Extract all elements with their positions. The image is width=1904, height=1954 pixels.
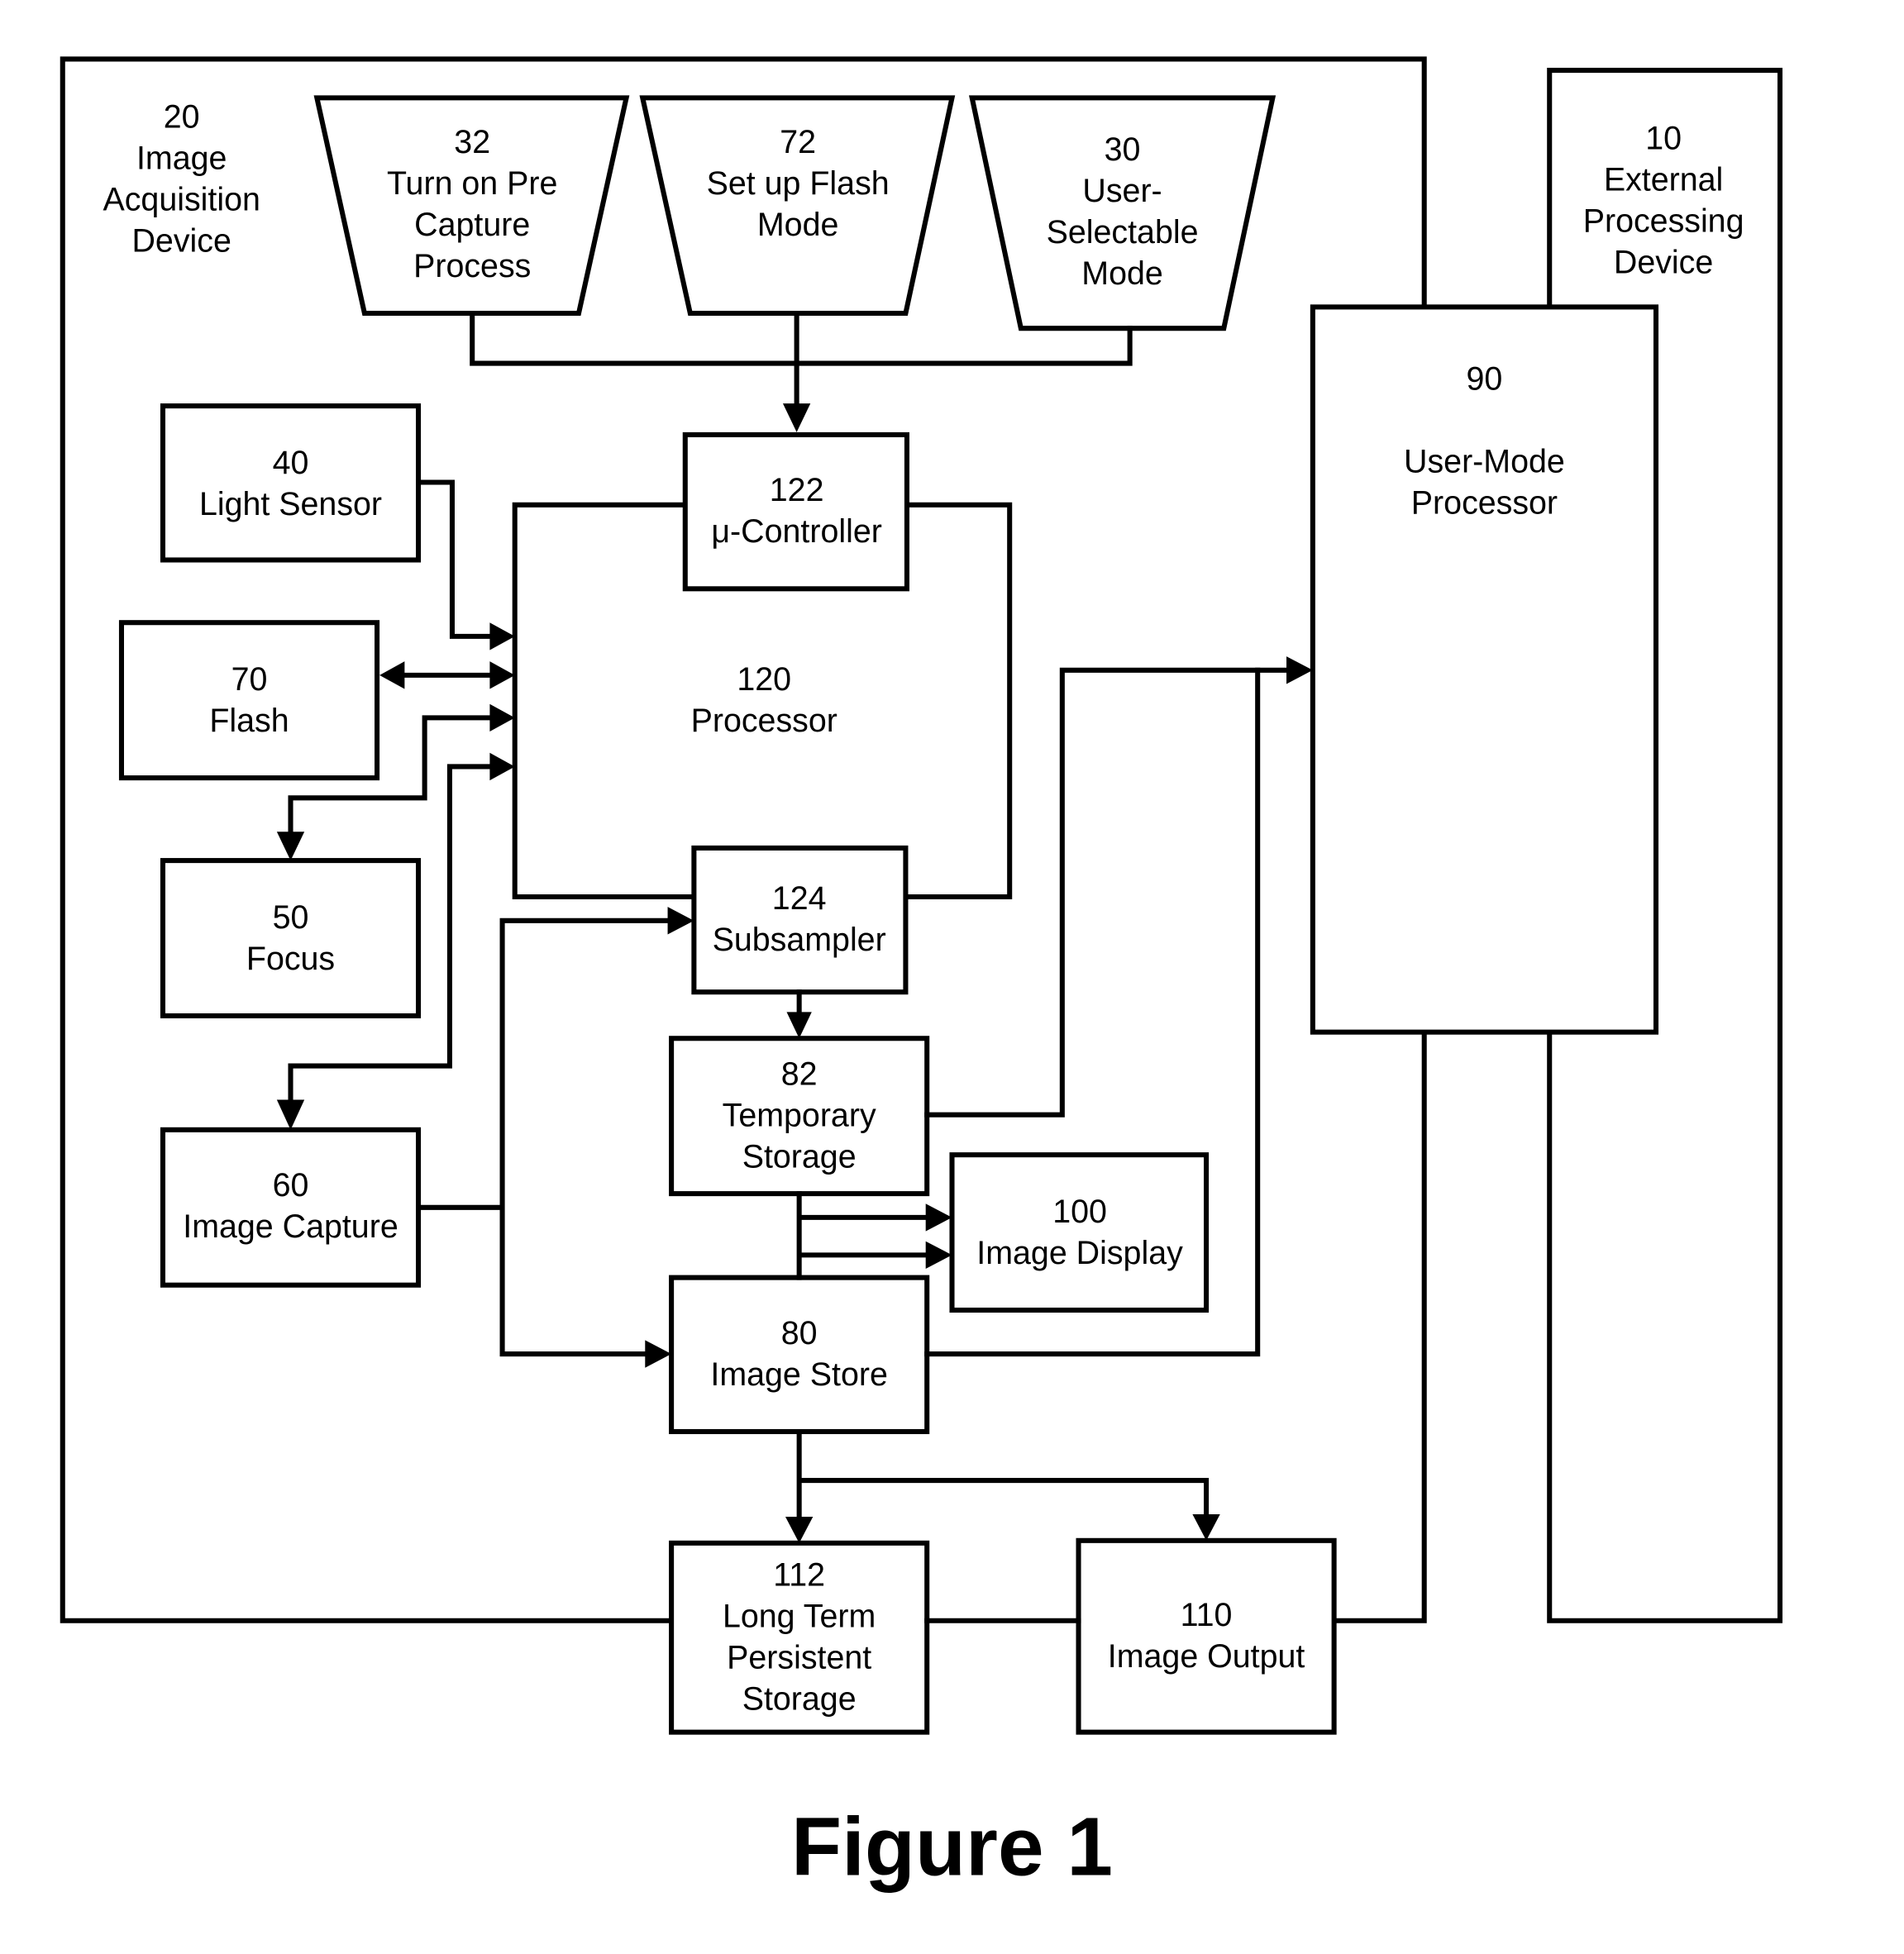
label-line: Focus <box>246 941 335 977</box>
label-line: User- <box>1082 173 1162 209</box>
arrow-flash-to-processor <box>489 661 515 689</box>
label-line: Image Store <box>710 1356 888 1393</box>
label-line: 122 <box>770 472 824 508</box>
label-line: Flash <box>209 703 289 739</box>
label-line: 20 <box>164 99 200 136</box>
label-line: Selectable <box>1047 214 1199 250</box>
label-line: 80 <box>781 1315 818 1351</box>
temp-to-display-lines <box>796 1191 933 1280</box>
arrow-to-image-output <box>1192 1513 1220 1541</box>
label-line: Image Display <box>976 1235 1183 1271</box>
arrow-store-to-display <box>925 1241 952 1270</box>
arrow-capture-to-processor <box>489 752 515 781</box>
label-line: 40 <box>273 445 309 481</box>
label-line: 100 <box>1052 1194 1107 1230</box>
arrow-to-subsampler <box>667 907 694 935</box>
arrow-to-long-term-storage <box>785 1517 814 1543</box>
label-line: 72 <box>780 124 816 160</box>
figure-1-diagram: 20 Image Acquisition Device 10 External Proces… <box>60 56 1783 1893</box>
label-line: Process <box>413 248 531 284</box>
label-line: Device <box>1614 244 1713 280</box>
label-line: 82 <box>781 1056 818 1092</box>
label-line: Processor <box>1411 484 1558 521</box>
arrow-to-image-store <box>645 1340 672 1368</box>
block-122-controller <box>682 431 909 592</box>
label-line: Processing <box>1583 203 1744 239</box>
block-90-user-mode-processor <box>1310 304 1659 1035</box>
arrow-down-to-controller <box>782 403 811 432</box>
label-line: Long Term <box>723 1598 876 1634</box>
label-line: μ-Controller <box>711 513 882 550</box>
block-80-image-store <box>669 1275 930 1435</box>
temp-to-user-mode-line <box>924 667 1293 1118</box>
figure-title: Figure 1 <box>791 1800 1113 1893</box>
label-line: Processor <box>691 703 837 739</box>
label-line: 30 <box>1105 131 1141 168</box>
label-line: Mode <box>757 207 839 243</box>
label-line: 110 <box>1181 1597 1233 1633</box>
label-line: Image <box>136 141 227 177</box>
label-line: Device <box>132 223 231 260</box>
label-b10: 10 External Processing Device <box>1583 120 1744 280</box>
label-line: 120 <box>737 661 791 698</box>
label-line: Storage <box>742 1138 857 1175</box>
label-line: Subsampler <box>713 922 886 958</box>
label-line: Temporary <box>723 1097 876 1133</box>
block-40-light-sensor <box>160 403 422 563</box>
label-line: External <box>1604 161 1723 198</box>
label-line: Mode <box>1081 255 1163 292</box>
label-line: 60 <box>273 1167 309 1203</box>
arrow-to-focus <box>276 832 305 861</box>
block-60-image-capture <box>160 1127 422 1288</box>
label-line: 124 <box>772 880 827 917</box>
label-line: User-Mode <box>1404 443 1565 479</box>
arrow-light-sensor-to-processor <box>489 622 515 651</box>
label-line: 90 <box>1467 360 1503 397</box>
label-line: Image Capture <box>183 1208 398 1245</box>
label-line: Acquisition <box>103 182 260 218</box>
arrow-to-user-mode-processor <box>1286 656 1313 684</box>
label-line: Light Sensor <box>199 486 382 522</box>
label-line: Image Output <box>1108 1638 1305 1675</box>
label-line: Capture <box>414 207 530 243</box>
image-capture-data-line <box>416 917 675 1357</box>
block-50-focus <box>160 858 422 1018</box>
label-line: 32 <box>454 124 490 160</box>
label-line: 112 <box>773 1556 825 1593</box>
label-line: Storage <box>742 1680 857 1717</box>
arrow-to-flash <box>379 661 405 689</box>
block-110-image-output <box>1076 1537 1337 1735</box>
label-line: Turn on Pre <box>387 165 557 202</box>
store-to-outputs-line <box>796 1428 1210 1525</box>
arrow-temp-to-display <box>925 1203 952 1232</box>
label-line: Set up Flash <box>707 165 890 202</box>
label-line: 10 <box>1645 120 1682 156</box>
arrow-to-temp-storage <box>786 1012 812 1039</box>
block-100-image-display <box>949 1152 1210 1313</box>
arrow-focus-to-processor <box>489 703 515 732</box>
arrow-to-image-capture <box>276 1099 305 1130</box>
label-b20: 20 Image Acquisition Device <box>103 99 260 260</box>
block-70-flash <box>118 620 380 781</box>
label-line: 50 <box>273 899 309 936</box>
label-b120: 120 Processor <box>691 661 837 739</box>
light-sensor-line <box>416 479 498 639</box>
label-line: Persistent <box>727 1639 871 1675</box>
label-line: 70 <box>231 661 268 698</box>
block-124-subsampler <box>691 845 909 995</box>
